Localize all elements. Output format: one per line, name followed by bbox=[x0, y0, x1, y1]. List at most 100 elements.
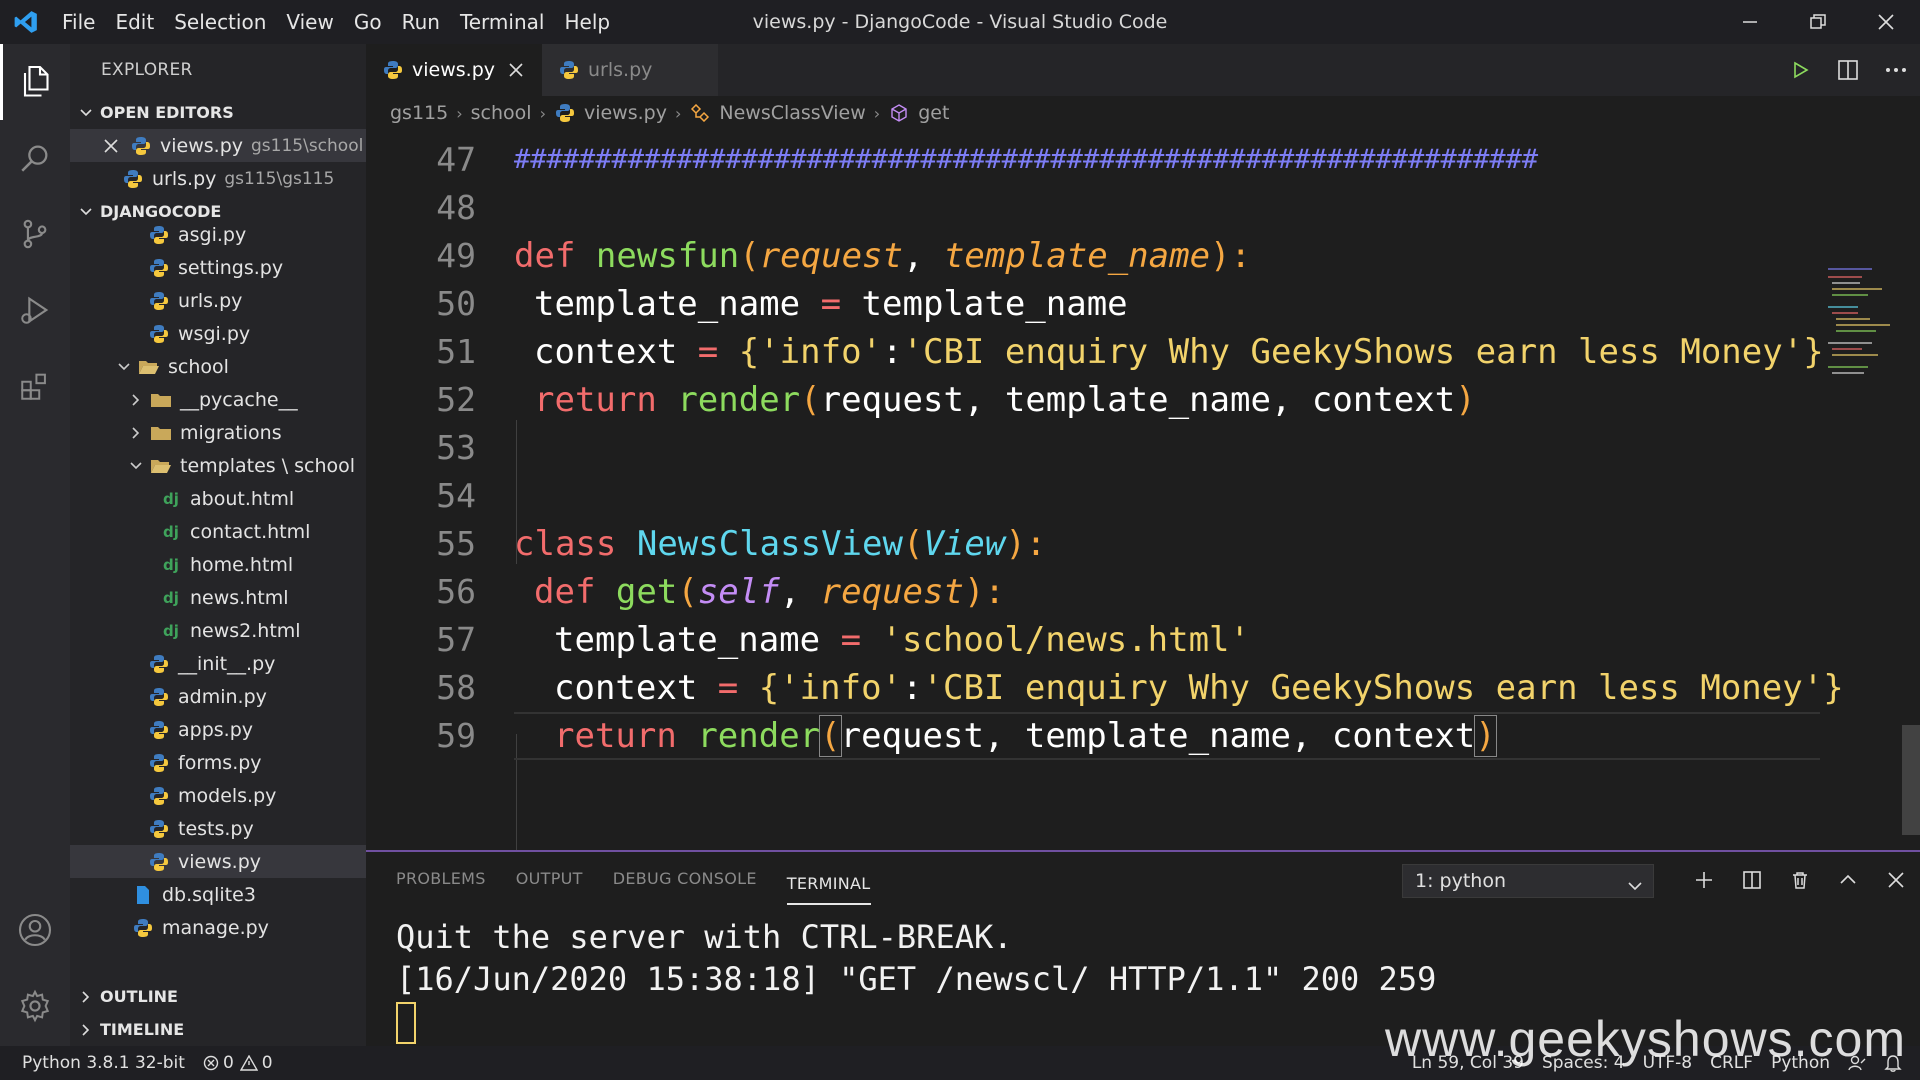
tree-folder-pycache[interactable]: __pycache__ bbox=[70, 383, 366, 416]
menu-terminal[interactable]: Terminal bbox=[450, 0, 555, 44]
menu-go[interactable]: Go bbox=[344, 0, 392, 44]
search-icon bbox=[21, 145, 48, 172]
terminal-select[interactable]: 1: python bbox=[1402, 864, 1654, 898]
breadcrumb-item[interactable]: school bbox=[471, 102, 532, 124]
tree-item-news[interactable]: dj news.html bbox=[70, 581, 366, 614]
line-number: 57 bbox=[436, 620, 476, 659]
tree-item-db[interactable]: db.sqlite3 bbox=[70, 878, 366, 911]
menu-view[interactable]: View bbox=[276, 0, 343, 44]
python-file-icon bbox=[148, 851, 170, 873]
tree-item-views[interactable]: views.py bbox=[70, 845, 366, 878]
menu-help[interactable]: Help bbox=[554, 0, 620, 44]
tree-item-label: manage.py bbox=[162, 916, 269, 939]
open-editor-urls[interactable]: urls.py gs115\gs115 bbox=[70, 162, 366, 195]
tree-folder-migrations[interactable]: migrations bbox=[70, 416, 366, 449]
tab-output[interactable]: OUTPUT bbox=[516, 852, 583, 906]
tab-problems[interactable]: PROBLEMS bbox=[396, 852, 486, 906]
manage-activity-button[interactable] bbox=[0, 968, 70, 1044]
breadcrumb-item[interactable]: NewsClassView bbox=[719, 102, 865, 124]
bracket-token: ( bbox=[677, 572, 698, 612]
tree-item-asgi[interactable]: asgi.py bbox=[70, 218, 366, 251]
problems-status[interactable]: 0 0 bbox=[203, 1053, 273, 1073]
tree-item-label: news2.html bbox=[190, 619, 301, 642]
parameter-token: request bbox=[820, 572, 964, 612]
terminal-line: Quit the server with CTRL-BREAK. bbox=[396, 918, 1013, 956]
extensions-activity-button[interactable] bbox=[0, 348, 70, 424]
breadcrumb-item[interactable]: get bbox=[918, 102, 949, 124]
menu-file[interactable]: File bbox=[52, 0, 105, 44]
source-control-activity-button[interactable] bbox=[0, 196, 70, 272]
warning-icon bbox=[239, 1055, 258, 1071]
terminal-select-value: 1: python bbox=[1415, 870, 1506, 892]
more-actions-button[interactable] bbox=[1872, 44, 1920, 96]
restore-button[interactable] bbox=[1784, 0, 1852, 44]
tree-item-models[interactable]: models.py bbox=[70, 779, 366, 812]
tree-item-news2[interactable]: dj news2.html bbox=[70, 614, 366, 647]
line-number: 52 bbox=[436, 380, 476, 419]
operator-token: = bbox=[697, 668, 759, 708]
accounts-activity-button[interactable] bbox=[0, 892, 70, 968]
tree-item-about[interactable]: dj about.html bbox=[70, 482, 366, 515]
minimize-button[interactable] bbox=[1716, 0, 1784, 44]
run-file-button[interactable] bbox=[1776, 44, 1824, 96]
python-interpreter-status[interactable]: Python 3.8.1 32-bit bbox=[22, 1053, 185, 1073]
line-number: 51 bbox=[436, 332, 476, 371]
open-editors-section[interactable]: OPEN EDITORS bbox=[70, 96, 366, 129]
split-editor-button[interactable] bbox=[1824, 44, 1872, 96]
outline-label: OUTLINE bbox=[100, 987, 178, 1006]
close-panel-button[interactable] bbox=[1872, 858, 1920, 902]
tree-item-label: migrations bbox=[180, 421, 282, 444]
close-window-button[interactable] bbox=[1852, 0, 1920, 44]
tree-item-urls[interactable]: urls.py bbox=[70, 284, 366, 317]
tree-item-admin[interactable]: admin.py bbox=[70, 680, 366, 713]
tree-item-apps[interactable]: apps.py bbox=[70, 713, 366, 746]
minimap[interactable] bbox=[1828, 268, 1898, 388]
editor-scrollbar[interactable] bbox=[1902, 725, 1920, 835]
punctuation-token: : bbox=[882, 332, 903, 372]
bracket-token: } bbox=[1823, 668, 1844, 708]
python-file-icon bbox=[382, 59, 404, 81]
split-terminal-button[interactable] bbox=[1728, 858, 1776, 902]
tab-debug-console[interactable]: DEBUG CONSOLE bbox=[613, 852, 757, 906]
tree-item-label: views.py bbox=[178, 850, 261, 873]
new-terminal-button[interactable] bbox=[1680, 858, 1728, 902]
run-debug-activity-button[interactable] bbox=[0, 272, 70, 348]
open-editor-views[interactable]: views.py gs115\school bbox=[70, 129, 366, 162]
tree-item-label: models.py bbox=[178, 784, 277, 807]
tree-item-home[interactable]: dj home.html bbox=[70, 548, 366, 581]
tree-item-tests[interactable]: tests.py bbox=[70, 812, 366, 845]
breadcrumb-item[interactable]: gs115 bbox=[390, 102, 448, 124]
method-symbol-icon bbox=[888, 102, 910, 124]
vscode-logo-icon bbox=[0, 0, 52, 44]
close-icon[interactable] bbox=[100, 135, 122, 157]
django-template-icon: dj bbox=[163, 522, 179, 541]
menu-run[interactable]: Run bbox=[392, 0, 450, 44]
tree-item-settings[interactable]: settings.py bbox=[70, 251, 366, 284]
tab-terminal[interactable]: TERMINAL bbox=[786, 863, 871, 905]
menu-selection[interactable]: Selection bbox=[164, 0, 276, 44]
kill-terminal-button[interactable] bbox=[1776, 858, 1824, 902]
timeline-section[interactable]: TIMELINE bbox=[70, 1013, 366, 1046]
tree-item-wsgi[interactable]: wsgi.py bbox=[70, 317, 366, 350]
tree-folder-templates[interactable]: templates \ school bbox=[70, 449, 366, 482]
tab-urls-py[interactable]: urls.py bbox=[542, 44, 718, 96]
close-icon[interactable] bbox=[506, 60, 526, 80]
explorer-activity-button[interactable] bbox=[0, 44, 70, 120]
tree-folder-school[interactable]: school bbox=[70, 350, 366, 383]
code-editor[interactable]: 47 ######################################… bbox=[366, 140, 1920, 902]
menu-edit[interactable]: Edit bbox=[105, 0, 164, 44]
tree-item-forms[interactable]: forms.py bbox=[70, 746, 366, 779]
terminal-output[interactable]: Quit the server with CTRL-BREAK. [16/Jun/… bbox=[396, 916, 1436, 1000]
tree-item-init[interactable]: __init__.py bbox=[70, 647, 366, 680]
line-number: 53 bbox=[436, 428, 476, 467]
breadcrumb-item[interactable]: views.py bbox=[584, 102, 667, 124]
tree-item-label: __pycache__ bbox=[180, 388, 298, 411]
tree-item-contact[interactable]: dj contact.html bbox=[70, 515, 366, 548]
maximize-panel-button[interactable] bbox=[1824, 858, 1872, 902]
outline-section[interactable]: OUTLINE bbox=[70, 980, 366, 1013]
tab-views-py[interactable]: views.py bbox=[366, 44, 542, 96]
search-activity-button[interactable] bbox=[0, 120, 70, 196]
tree-item-label: news.html bbox=[190, 586, 289, 609]
tree-item-manage[interactable]: manage.py bbox=[70, 911, 366, 944]
bracket-token: ): bbox=[1210, 236, 1251, 276]
